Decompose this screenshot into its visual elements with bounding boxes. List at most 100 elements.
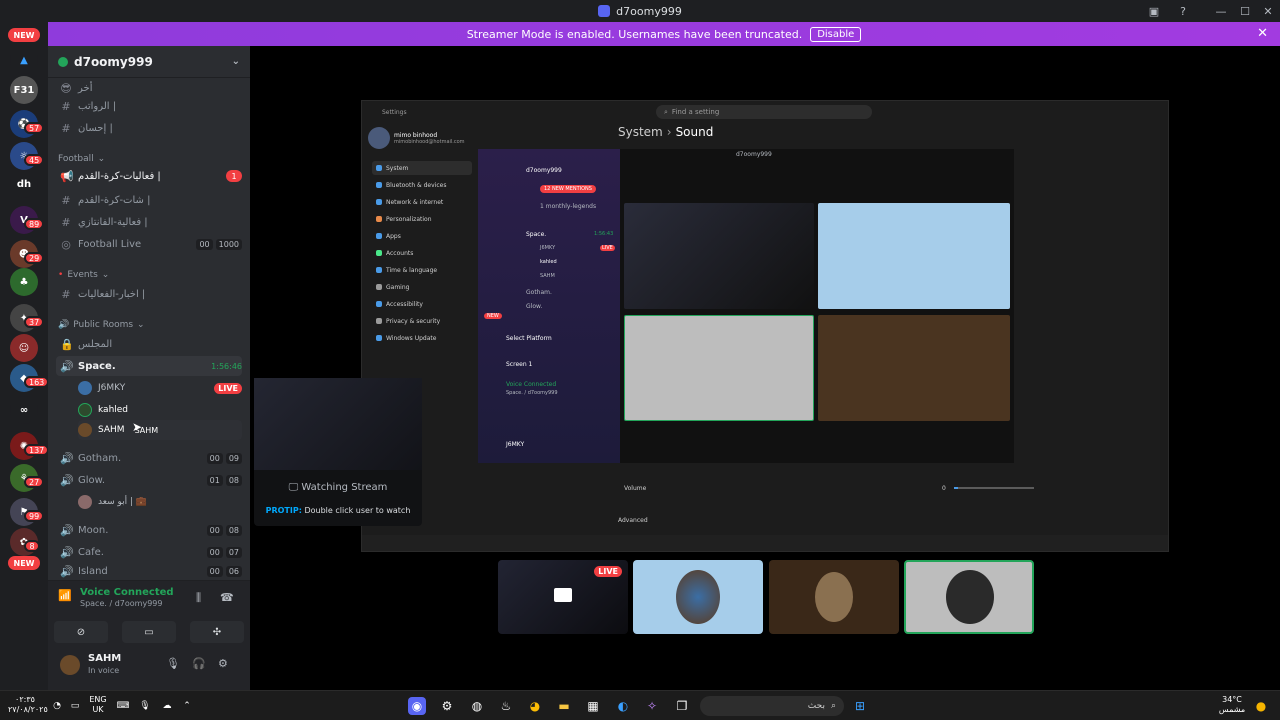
nested-mentions-badge: 12 NEW MENTIONS xyxy=(540,185,596,193)
windows-taskbar: ٠٢:٣٥ ٢٧/٠٨/٢٠٢٥ ◔ ▭ ENG UK ⌨ 🎙 ☁ ⌃ ◉ ⚙ ◍ … xyxy=(0,690,1280,720)
streamer-mode-banner: Streamer Mode is enabled. Usernames have… xyxy=(48,22,1280,46)
help-icon[interactable]: ? xyxy=(1171,0,1195,22)
obs-taskbar-icon[interactable]: ◍ xyxy=(468,697,486,715)
channel-item[interactable]: # الرواتب | xyxy=(56,96,242,116)
user-count: 00 xyxy=(206,524,223,536)
channel-item[interactable]: 📢 فعاليات-كرة-القدم | 1 xyxy=(56,166,242,186)
minimize-button[interactable]: — xyxy=(1209,0,1233,22)
server-icon-f31[interactable]: F31 xyxy=(10,76,38,104)
steam-taskbar-icon[interactable]: ♨ xyxy=(497,697,515,715)
channel-item[interactable]: # اخبار-الفعاليات | xyxy=(56,284,242,304)
system-icon xyxy=(376,165,382,171)
close-icon[interactable]: ✕ xyxy=(1257,26,1268,41)
category-public-rooms[interactable]: 🔊 Public Rooms ⌄ xyxy=(58,320,145,330)
watching-stream-label[interactable]: 🖵 Watching Stream xyxy=(254,482,422,493)
weather-widget[interactable]: 34°C مشمس xyxy=(1214,695,1250,715)
server-icon-triangle[interactable]: ▲ xyxy=(10,46,38,74)
channel-item[interactable]: ◎ Football Live 00 1000 xyxy=(56,234,242,254)
taskbar-search[interactable]: بحث ⌕ xyxy=(700,696,844,716)
server-icon-dh[interactable]: dh xyxy=(10,170,38,198)
maximize-button[interactable]: ☐ xyxy=(1233,0,1257,22)
store-taskbar-icon[interactable]: ▦ xyxy=(584,697,602,715)
live-badge: LIVE xyxy=(214,382,242,394)
discord-taskbar-icon[interactable]: ◉ xyxy=(408,697,426,715)
voice-member[interactable]: SAHM SAHM xyxy=(78,420,242,440)
start-icon[interactable]: ⊞ xyxy=(851,697,869,715)
settings-taskbar-icon[interactable]: ⚙ xyxy=(438,697,456,715)
channel-item[interactable]: 🔒 المجلس xyxy=(56,334,242,354)
stream-tile-avatar[interactable] xyxy=(633,560,763,634)
category-events[interactable]: • Events ⌄ xyxy=(58,270,109,280)
nested-screen-label: Screen 1 xyxy=(506,361,533,368)
server-icon-5[interactable]: ♣ xyxy=(10,268,38,296)
noise-suppression-icon[interactable]: ⫼ xyxy=(196,591,201,605)
gear-icon[interactable]: ⚙ xyxy=(218,657,228,670)
display-icon[interactable]: ▭ xyxy=(66,697,84,715)
nav-item: Bluetooth & devices xyxy=(372,178,472,192)
channel-item[interactable]: # إحسان | xyxy=(56,118,242,138)
microphone-icon[interactable]: 🎙 xyxy=(136,697,154,715)
channel-item[interactable]: # شات-كرة-القدم | xyxy=(56,190,242,210)
stream-tile-avatar[interactable] xyxy=(769,560,899,634)
disconnect-icon[interactable]: ☎ xyxy=(220,591,234,604)
chrome-taskbar-icon[interactable]: ◕ xyxy=(526,697,544,715)
category-football[interactable]: Football ⌄ xyxy=(58,154,105,164)
avatar xyxy=(676,570,720,624)
stream-preview-thumbnail xyxy=(254,378,422,470)
notification-icon[interactable]: ◔ xyxy=(48,697,66,715)
volume-slider xyxy=(954,487,1034,489)
channel-item[interactable]: 🔊 Cafe. 00 07 xyxy=(56,542,242,562)
new-badge: NEW xyxy=(8,556,40,570)
signal-icon: 📶 xyxy=(58,589,72,602)
channel-label: المجلس xyxy=(78,338,113,350)
headphones-icon[interactable]: 🎧 xyxy=(192,657,206,670)
activities-button[interactable]: ✣ xyxy=(190,621,244,643)
stream-tile-screen[interactable]: LIVE xyxy=(498,560,628,634)
channel-item[interactable]: # فعالية-الفانتازي | xyxy=(56,212,242,232)
microphone-icon[interactable]: 🎙 xyxy=(166,657,180,670)
voice-connected-sub[interactable]: Space. / d7oomy999 xyxy=(80,599,162,608)
user-name: SAHM xyxy=(88,653,122,664)
user-limit: 09 xyxy=(225,452,242,464)
server-header[interactable]: d7oomy999 ⌄ xyxy=(48,46,250,78)
channel-item-active[interactable]: 🔊 Space. 1:56:46 xyxy=(56,356,242,376)
hash-icon: # xyxy=(61,215,71,229)
stream-preview-popout[interactable]: 🖵 Watching Stream PROTIP: Double click u… xyxy=(254,378,422,526)
server-icon-9[interactable]: ∞ xyxy=(10,396,38,424)
cloud-icon[interactable]: ☁ xyxy=(158,697,176,715)
voice-member[interactable]: kahled xyxy=(78,400,242,420)
streamed-settings-window[interactable]: Settings ⌕ Find a setting mimo binhood mim… xyxy=(361,100,1169,552)
close-window-button[interactable]: ✕ xyxy=(1256,0,1280,22)
disable-streamer-mode-button[interactable]: Disable xyxy=(810,26,862,42)
channel-item[interactable]: 😎 أخر xyxy=(56,78,242,98)
channel-item[interactable]: 🔊 Moon. 00 08 xyxy=(56,520,242,540)
server-icon-7[interactable]: ☺ xyxy=(10,334,38,362)
voice-member[interactable]: أبو سعد | 💼 xyxy=(78,492,242,512)
nav-item: Apps xyxy=(372,229,472,243)
avatar[interactable] xyxy=(60,655,80,675)
camera-off-button[interactable]: ⊘ xyxy=(54,621,108,643)
nested-taskbar xyxy=(362,535,1168,551)
file-explorer-icon[interactable]: ▬ xyxy=(555,697,573,715)
channel-item[interactable]: 🔊 Glow. 01 08 xyxy=(56,470,242,490)
voice-member[interactable]: J6MKY LIVE xyxy=(78,378,242,398)
stream-tile-avatar-speaking[interactable] xyxy=(904,560,1034,634)
language-indicator[interactable]: ENG UK xyxy=(86,695,110,715)
channel-item[interactable]: 🔊 Island 00 06 xyxy=(56,564,242,578)
hash-icon: # xyxy=(61,121,71,135)
copilot-taskbar-icon[interactable]: ✧ xyxy=(643,697,661,715)
edge-taskbar-icon[interactable]: ◐ xyxy=(614,697,632,715)
sun-icon: ● xyxy=(1255,699,1267,713)
channel-item[interactable]: 🔊 Gotham. 00 09 xyxy=(56,448,242,468)
nested-channel: 1 monthly-legends xyxy=(540,203,597,210)
inbox-icon[interactable]: ▣ xyxy=(1142,0,1166,22)
category-label: Public Rooms xyxy=(73,320,134,330)
watching-text: Watching Stream xyxy=(301,482,388,493)
channel-label: Space. xyxy=(78,360,116,372)
chevron-up-icon[interactable]: ⌃ xyxy=(178,697,196,715)
nav-label: Accessibility xyxy=(386,300,423,308)
screen-share-button[interactable]: ▭ xyxy=(122,621,176,643)
user-limit: 06 xyxy=(225,565,242,577)
task-view-icon[interactable]: ❐ xyxy=(673,697,691,715)
keyboard-icon[interactable]: ⌨ xyxy=(114,697,132,715)
